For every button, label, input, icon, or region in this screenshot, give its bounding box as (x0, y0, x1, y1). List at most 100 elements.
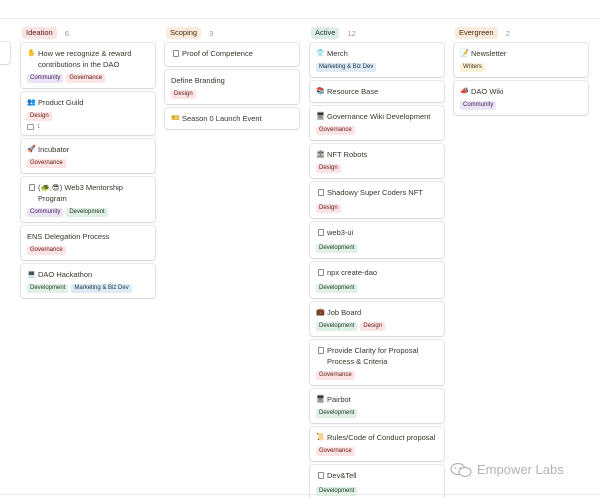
column-header: Evergreen 2 (455, 26, 589, 40)
laptop-icon: 💻 (27, 271, 36, 278)
tag-development: Development (316, 409, 358, 418)
tag-governance: Governance (27, 246, 66, 255)
top-divider (0, 18, 600, 19)
column-header: Ideation 6 (22, 26, 156, 40)
kanban-board: Ideation 6 ✋ How we recognize & reward cont… (0, 26, 600, 498)
tag-design: Design (171, 90, 196, 99)
column-count: 6 (64, 28, 69, 38)
tag-governance: Governance (316, 447, 355, 456)
board-card[interactable]: 🚀 Incubator Governance (21, 139, 155, 173)
card-title: Resource Base (327, 87, 379, 96)
briefcase-icon: 💼 (316, 309, 325, 316)
card-tags: Development (316, 244, 438, 253)
card-title: Newsletter (471, 49, 507, 58)
tag-design: Design (316, 204, 341, 213)
comment-count-value: 1 (37, 124, 41, 130)
card-tags: Governance (316, 371, 438, 380)
column-title[interactable]: Active (311, 27, 340, 39)
partial-card-left-edge[interactable] (0, 42, 10, 64)
board-card[interactable]: Shadowy Super Coders NFT Design (310, 182, 444, 218)
column-title[interactable]: Evergreen (455, 27, 498, 39)
tag-writers: Writers (460, 63, 485, 72)
card-title: Dev&Tell (327, 471, 357, 480)
column-count: 2 (505, 28, 510, 38)
board-card[interactable]: 🖥 Pairbot Development (310, 389, 444, 423)
tag-development: Development (66, 208, 108, 217)
board-card[interactable]: Provide Clarity for Proposal Process & C… (310, 340, 444, 385)
board-card[interactable]: 🎫 Season 0 Launch Event (165, 108, 299, 129)
card-title-row: (🐢,😎) Web3 Mentorship Program (27, 182, 149, 204)
board-card[interactable]: Proof of Competence (165, 43, 299, 66)
board-card[interactable]: 📚 Resource Base (310, 81, 444, 102)
board-card[interactable]: npx create-dao Development (310, 262, 444, 298)
board-card[interactable]: 👕 Merch Marketing & Biz Dev (310, 43, 444, 77)
tag-marketing: Marketing & Biz Dev (316, 63, 377, 72)
megaphone-icon: 📣 (460, 88, 469, 95)
board-card[interactable]: ENS Delegation Process Governance (21, 226, 155, 260)
card-title: Merch (327, 49, 348, 58)
comment-icon (27, 124, 34, 130)
card-tags: Community Development (27, 208, 149, 217)
board-card[interactable]: 🖥 Governance Wiki Development Governance (310, 106, 444, 140)
column-title[interactable]: Scoping (166, 27, 202, 39)
card-title: Pairbot (327, 395, 351, 404)
board-card[interactable]: web3-ui Development (310, 222, 444, 258)
document-icon (171, 48, 180, 61)
document-icon (316, 227, 325, 240)
card-title-row: Dev&Tell (316, 470, 438, 483)
board-card[interactable]: (🐢,😎) Web3 Mentorship Program Community De… (21, 177, 155, 222)
card-title-row: 📝 Newsletter (460, 48, 582, 59)
people-icon: 👥 (27, 99, 36, 106)
bank-icon: 🏛 (316, 151, 325, 158)
card-tags: Governance (316, 126, 438, 135)
board-card[interactable]: 👥 Product Guild Design 1 (21, 92, 155, 135)
card-title-row: Define Branding (171, 75, 293, 86)
column-title[interactable]: Ideation (22, 27, 57, 39)
card-tags: Design (316, 164, 438, 173)
card-tags: Design (316, 204, 438, 213)
card-title: Job Board (327, 308, 362, 317)
tag-marketing: Marketing & Biz Dev (71, 284, 132, 293)
card-tags: Community Governance (27, 74, 149, 83)
board-card[interactable]: 📜 Rules/Code of Conduct proposal Governanc… (310, 427, 444, 461)
card-tags: Governance (316, 447, 438, 456)
board-card[interactable]: 💻 DAO Hackathon Development Marketing & Biz… (21, 264, 155, 298)
document-icon (316, 345, 325, 358)
board-card[interactable]: ✋ How we recognize & reward contributions… (21, 43, 155, 88)
card-title: Shadowy Super Coders NFT (327, 188, 423, 197)
card-title-row: npx create-dao (316, 267, 438, 280)
board-card[interactable]: 📣 DAO Wiki Community (454, 81, 588, 115)
board-card[interactable]: Define Branding Design (165, 70, 299, 104)
tag-design: Design (360, 322, 386, 331)
card-title: NFT Robots (327, 150, 368, 159)
tag-development: Development (316, 322, 358, 331)
board-card[interactable]: 💼 Job Board Development Design (310, 302, 444, 336)
document-icon (316, 187, 325, 200)
card-tags: Development (316, 409, 438, 418)
card-title: Proof of Competence (182, 49, 253, 58)
tag-design: Design (316, 164, 341, 173)
board-card[interactable]: 🏛 NFT Robots Design (310, 144, 444, 178)
memo-icon: 📝 (460, 50, 469, 57)
card-tags: Design (171, 90, 293, 99)
tag-community: Community (460, 101, 497, 110)
card-title-row: Shadowy Super Coders NFT (316, 187, 438, 200)
card-tags: Development (316, 284, 438, 293)
column-count: 12 (347, 28, 356, 38)
card-title: (🐢,😎) Web3 Mentorship Program (38, 183, 123, 203)
column-header: Scoping 3 (166, 26, 300, 40)
tag-development: Development (316, 284, 358, 293)
card-title: How we recognize & reward contributions … (38, 49, 132, 69)
column-scoping: Scoping 3 Proof of Competence Define Brandi… (164, 26, 300, 133)
column-count: 3 (209, 28, 214, 38)
card-tags: Writers (460, 63, 582, 72)
column-ideation: Ideation 6 ✋ How we recognize & reward cont… (20, 26, 156, 302)
card-title: Define Branding (171, 76, 225, 85)
board-card[interactable]: 📝 Newsletter Writers (454, 43, 588, 77)
watermark: Empower Labs (450, 462, 564, 477)
tag-development: Development (27, 284, 69, 293)
desktop-icon: 🖥 (316, 396, 325, 403)
comment-count[interactable]: 1 (27, 124, 149, 130)
card-title-row: 👕 Merch (316, 48, 438, 59)
card-title-row: ENS Delegation Process (27, 231, 149, 242)
